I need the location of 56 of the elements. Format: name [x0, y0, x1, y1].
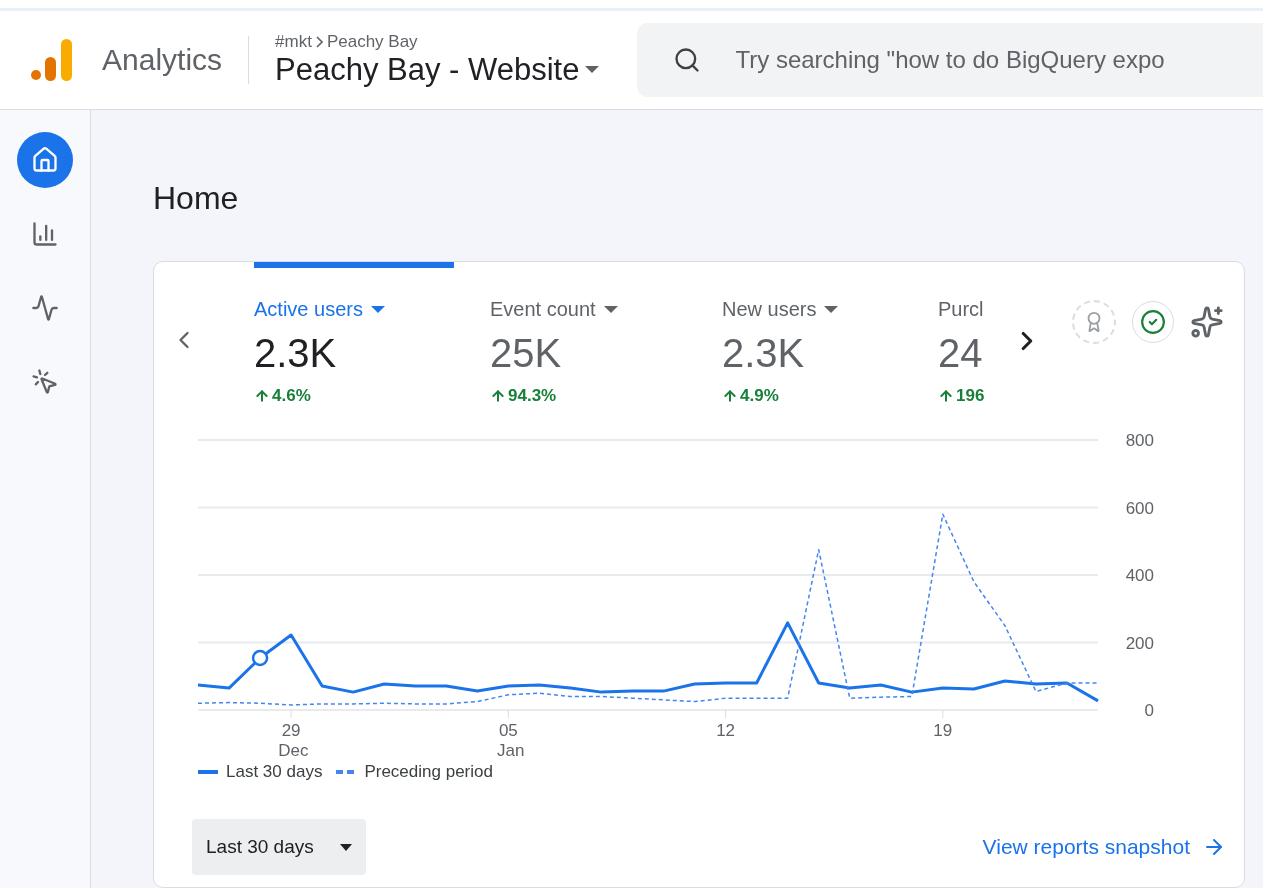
- metric-value: 2.3K: [722, 331, 806, 376]
- metric-value: 2.3K: [254, 331, 338, 376]
- metric-change: 94.3%: [508, 386, 557, 406]
- caret-icon: [370, 305, 385, 314]
- cursor-click-icon: [31, 368, 59, 396]
- home-icon: [31, 146, 59, 174]
- product-name: Analytics: [102, 36, 250, 84]
- axis-label: 200: [1125, 633, 1154, 653]
- trend-icon: [31, 294, 59, 322]
- data-point-marker: [251, 649, 269, 667]
- axis-label: 29 Dec: [278, 721, 309, 756]
- arrow-up-icon: [722, 388, 738, 404]
- caret-icon: [603, 305, 618, 314]
- metric-label: Purcl: [938, 298, 998, 321]
- legend-label: Preceding period: [364, 762, 493, 782]
- metric-tab[interactable]: Purcl 24 196: [938, 262, 998, 406]
- metric-tab[interactable]: Event count 25K 94.3%: [490, 262, 690, 406]
- sparkle-icon[interactable]: [1190, 305, 1224, 339]
- date-range-dropdown[interactable]: Last 30 days: [192, 819, 366, 875]
- chevron-icon: [315, 36, 323, 48]
- view-reports-link[interactable]: View reports snapshot: [982, 835, 1226, 859]
- caret-icon: [339, 843, 352, 851]
- axis-label: 0: [1144, 701, 1154, 720]
- logo-icon: [30, 37, 74, 83]
- metric-label: Event count: [490, 298, 690, 321]
- axis-label: 19: [933, 721, 953, 740]
- metric-label: New users: [722, 298, 922, 321]
- arrow-up-icon: [938, 388, 954, 404]
- breadcrumb-item[interactable]: #mkt: [275, 32, 312, 52]
- breadcrumb-item[interactable]: Peachy Bay: [326, 32, 418, 52]
- legend-label: Last 30 days: [226, 762, 323, 782]
- check-circle-icon: [1140, 309, 1166, 335]
- solid-line-icon: [198, 770, 218, 774]
- property-selector[interactable]: Peachy Bay - Website: [275, 52, 600, 88]
- metric-value: 25K: [490, 331, 563, 376]
- caret-icon: [824, 305, 839, 314]
- nav-button[interactable]: [17, 132, 73, 188]
- metric-change: 4.9%: [740, 386, 779, 406]
- metric-tab[interactable]: Active users 2.3K 4.6%: [254, 262, 454, 406]
- axis-label: 400: [1125, 566, 1154, 585]
- dashed-line-icon: [336, 770, 357, 774]
- axis-label: 05 Jan: [497, 721, 525, 756]
- bar-chart-icon: [31, 220, 59, 248]
- metric-change: 196: [956, 386, 985, 406]
- metric-tab[interactable]: New users 2.3K 4.9%: [722, 262, 922, 406]
- metric-value: 24: [938, 331, 984, 376]
- axis-label: 800: [1125, 431, 1154, 450]
- search-icon: [673, 46, 702, 74]
- caret-icon: [585, 66, 600, 74]
- award-badge[interactable]: [1072, 300, 1116, 344]
- search-field[interactable]: Try searching "how to do BigQuery expo: [637, 23, 1263, 97]
- axis-label: 600: [1125, 498, 1154, 518]
- metric-change: 4.6%: [272, 386, 311, 406]
- axis-label: 12: [716, 721, 736, 740]
- page-title: Home: [153, 180, 240, 217]
- metric-label: Active users: [254, 298, 454, 321]
